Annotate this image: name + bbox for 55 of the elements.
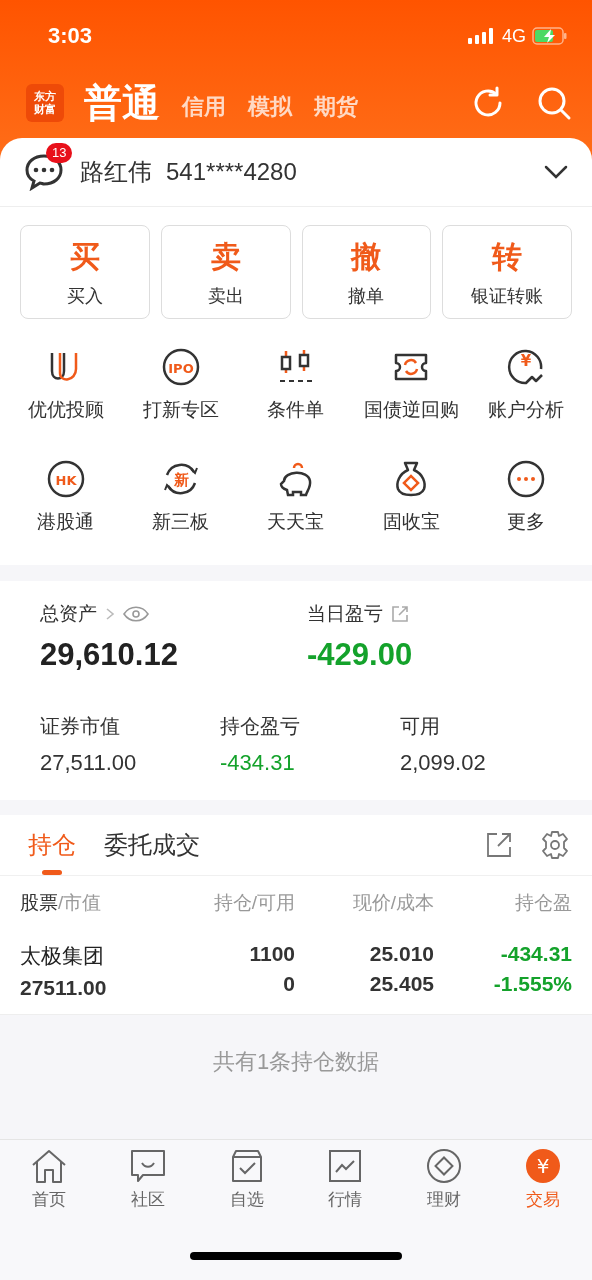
search-icon[interactable] xyxy=(536,85,572,121)
daily-pnl-value: -429.00 xyxy=(307,637,414,673)
ipo-icon: IPO xyxy=(160,347,201,387)
daily-pnl-label: 当日盈亏 xyxy=(307,602,383,626)
stat-label: 证券市值 xyxy=(40,714,121,739)
trade-button[interactable]: 撤 撤单 xyxy=(301,225,432,319)
stat-label: 持仓盈亏 xyxy=(220,714,301,739)
stat-value: 2,099.02 xyxy=(400,750,486,776)
hk-icon: HK xyxy=(45,459,86,499)
shortcut-item[interactable]: 条件单 xyxy=(238,335,354,435)
tab-bar-item[interactable]: 行情 xyxy=(296,1148,395,1218)
shortcut-item[interactable]: 新 新三板 xyxy=(123,447,239,547)
stat-label: 可用 xyxy=(400,714,441,739)
trade-button[interactable]: 卖 卖出 xyxy=(160,225,291,319)
column-header: 持仓/可用 xyxy=(212,891,295,915)
column-header: 现价/成本 xyxy=(351,891,434,915)
export-icon[interactable] xyxy=(486,832,512,858)
more-icon xyxy=(506,459,547,499)
shortcut-item[interactable]: IPO 打新专区 xyxy=(123,335,239,435)
shortcut-item[interactable]: ¥ 账户分析 xyxy=(468,335,584,435)
total-assets-value: 29,610.12 xyxy=(40,637,179,673)
network-label: 4G xyxy=(502,25,526,47)
trade-button[interactable]: 转 银证转账 xyxy=(442,225,572,319)
tab-bar-item[interactable]: 首页 xyxy=(0,1148,99,1218)
status-time: 3:03 xyxy=(48,23,93,49)
column-header: 股票/市值 xyxy=(20,891,103,915)
tab-bar-item[interactable]: 理财 xyxy=(394,1148,494,1218)
shortcut-item[interactable]: 优优投顾 xyxy=(8,335,124,435)
account-name: 路红伟 xyxy=(80,157,152,187)
yen-icon: ¥ xyxy=(523,1148,562,1184)
shortcut-item[interactable]: 更多 xyxy=(468,447,584,547)
settings-icon[interactable] xyxy=(540,830,570,860)
share-icon[interactable] xyxy=(391,605,409,623)
chevron-right-icon[interactable] xyxy=(105,607,115,621)
total-assets-label: 总资产 xyxy=(40,602,97,626)
stat-value: 27,511.00 xyxy=(40,750,138,776)
positions-count-note: 共有1条持仓数据 xyxy=(212,1048,380,1076)
eye-icon[interactable] xyxy=(123,606,149,622)
tab-bar-item[interactable]: 社区 xyxy=(98,1148,198,1218)
shortcut-item[interactable]: 天天宝 xyxy=(238,447,354,547)
app-logo: 东方 财富 xyxy=(26,84,64,122)
shortcut-item[interactable]: 国债逆回购 xyxy=(353,335,469,435)
account-number: 541****4280 xyxy=(166,158,297,186)
shortcut-item[interactable]: HK 港股通 xyxy=(8,447,124,547)
chat-icon xyxy=(129,1148,167,1184)
battery-icon xyxy=(532,27,568,45)
signal-icon xyxy=(468,28,496,44)
shortcut-item[interactable]: 固收宝 xyxy=(353,447,469,547)
tab-bar-item[interactable]: 自选 xyxy=(197,1148,296,1218)
stat-value: -434.31 xyxy=(220,750,296,776)
chevron-down-icon[interactable] xyxy=(544,165,568,179)
trade-button[interactable]: 买 买入 xyxy=(20,225,150,319)
notification-badge: 13 xyxy=(46,143,73,163)
column-header: 持仓盈 xyxy=(514,891,572,915)
positions-tab[interactable]: 委托成交 xyxy=(104,815,200,875)
